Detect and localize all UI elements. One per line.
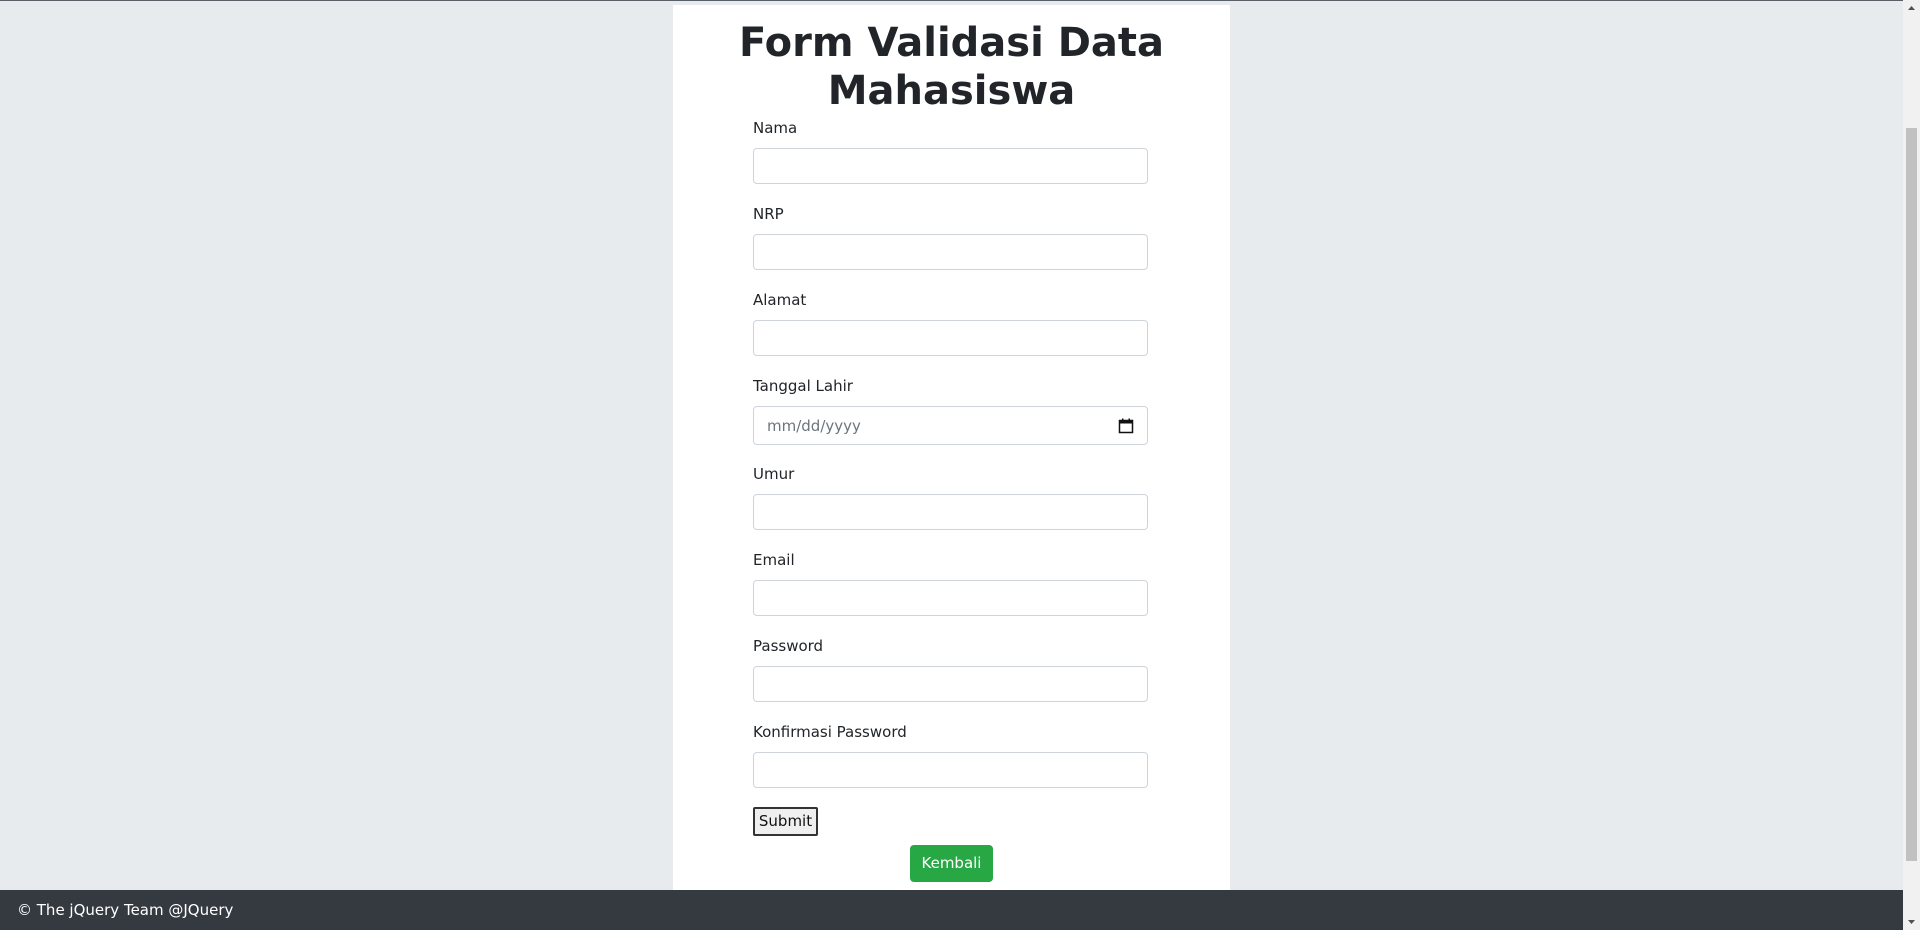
email-input[interactable] (753, 580, 1148, 616)
alamat-input[interactable] (753, 320, 1148, 356)
scroll-down-arrow-icon[interactable] (1903, 913, 1920, 930)
vertical-scrollbar[interactable] (1903, 0, 1920, 930)
calendar-icon[interactable] (1118, 418, 1134, 434)
alamat-label: Alamat (753, 291, 807, 309)
footer: © The jQuery Team @JQuery (0, 890, 1903, 930)
konfirmasi-password-input[interactable] (753, 752, 1148, 788)
email-label: Email (753, 551, 795, 569)
password-label: Password (753, 637, 824, 655)
nama-label: Nama (753, 119, 798, 137)
submit-button[interactable]: Submit (753, 807, 818, 836)
umur-label: Umur (753, 465, 795, 483)
konfirmasi-password-label: Konfirmasi Password (753, 723, 907, 741)
tanggal-lahir-label: Tanggal Lahir (753, 377, 853, 395)
footer-copyright: © The jQuery Team @JQuery (17, 901, 234, 919)
scrollbar-thumb[interactable] (1906, 128, 1917, 861)
nrp-input[interactable] (753, 234, 1148, 270)
umur-input[interactable] (753, 494, 1148, 530)
date-placeholder: mm/dd/yyyy (767, 417, 861, 435)
password-input[interactable] (753, 666, 1148, 702)
form-card: Form Validasi Data Mahasiswa Nama NRP Al… (673, 5, 1230, 890)
back-button[interactable]: Kembali (910, 845, 993, 882)
page-title: Form Validasi Data Mahasiswa (738, 20, 1165, 114)
nrp-label: NRP (753, 205, 784, 223)
nama-input[interactable] (753, 148, 1148, 184)
tanggal-lahir-input[interactable]: mm/dd/yyyy (753, 406, 1148, 445)
window-top-border (0, 0, 1920, 1)
scroll-up-arrow-icon[interactable] (1903, 0, 1920, 17)
